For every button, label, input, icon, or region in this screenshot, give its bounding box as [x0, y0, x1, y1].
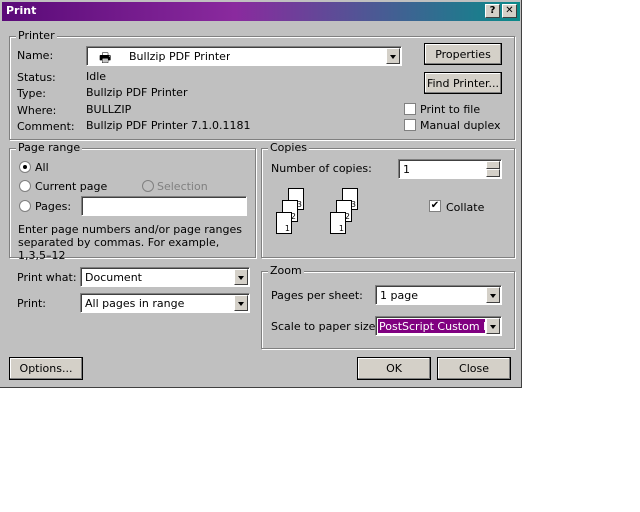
properties-label: Properties	[435, 48, 491, 61]
status-value: Idle	[86, 70, 107, 83]
radio-all[interactable]	[19, 161, 31, 173]
pages-input[interactable]	[81, 196, 247, 216]
printer-icon: 🖶	[99, 51, 112, 66]
where-value: BULLZIP	[86, 103, 132, 116]
copies-legend: Copies	[268, 141, 309, 154]
spin-down-icon[interactable]	[486, 169, 500, 177]
where-label: Where:	[17, 104, 57, 117]
scale-to-paper-label: Scale to paper size:	[271, 320, 380, 333]
type-value: Bullzip PDF Printer	[86, 86, 188, 99]
chevron-down-icon[interactable]	[486, 287, 500, 303]
print-label: Print:	[17, 297, 47, 310]
print-what-select[interactable]: Document	[80, 267, 250, 287]
options-label: Options...	[19, 362, 73, 375]
print-value: All pages in range	[85, 297, 185, 310]
ok-button[interactable]: OK	[357, 357, 431, 380]
current-page-label: Current page	[35, 180, 108, 193]
close-icon[interactable]: ✕	[502, 4, 517, 18]
manual-duplex-checkbox[interactable]	[404, 119, 416, 131]
page-range-hint: Enter page numbers and/or page ranges se…	[18, 223, 242, 262]
print-to-file-checkbox[interactable]	[404, 103, 416, 115]
radio-pages[interactable]	[19, 200, 31, 212]
copies-value: 1	[403, 163, 410, 176]
spin-up-icon[interactable]	[486, 161, 500, 169]
zoom-group: Zoom	[261, 264, 515, 349]
chevron-down-icon[interactable]	[486, 318, 500, 334]
printer-name-combo[interactable]: 🖶 Bullzip PDF Printer	[86, 46, 402, 66]
collate-pages-icon: 3 2 1	[274, 188, 314, 244]
chevron-down-icon[interactable]	[234, 269, 248, 285]
scale-selection-highlight: PostScript Custom Page	[378, 319, 485, 333]
chevron-down-icon[interactable]	[234, 295, 248, 311]
chevron-down-icon[interactable]	[386, 48, 400, 64]
page-range-legend: Page range	[16, 141, 83, 154]
title-bar[interactable]: Print ? ✕	[2, 2, 520, 21]
print-dialog: Print ? ✕ Printer Name: 🖶 Bullzip PDF Pr…	[0, 0, 522, 388]
print-to-file-label: Print to file	[420, 103, 481, 116]
pages-label: Pages:	[35, 200, 72, 213]
comment-label: Comment:	[17, 120, 75, 133]
find-printer-label: Find Printer...	[426, 77, 500, 90]
ok-label: OK	[386, 362, 402, 375]
pages-per-sheet-label: Pages per sheet:	[271, 289, 363, 302]
printer-legend: Printer	[16, 29, 57, 42]
selection-label: Selection	[157, 180, 208, 193]
scale-to-paper-select[interactable]: PostScript Custom Page	[375, 316, 502, 336]
properties-button[interactable]: Properties	[424, 43, 502, 65]
dialog-title: Print	[6, 4, 37, 17]
status-label: Status:	[17, 71, 56, 84]
radio-selection	[142, 180, 154, 192]
all-label: All	[35, 161, 49, 174]
copies-spinner[interactable]: 1	[398, 159, 502, 179]
printer-name-value: Bullzip PDF Printer	[129, 50, 231, 63]
find-printer-button[interactable]: Find Printer...	[424, 72, 502, 94]
close-label: Close	[459, 362, 489, 375]
pages-per-sheet-select[interactable]: 1 page	[375, 285, 502, 305]
number-of-copies-label: Number of copies:	[271, 162, 372, 175]
collate-checkbox[interactable]: ✔	[429, 200, 441, 212]
collate-pages-icon-2: 3 2 1	[328, 188, 368, 244]
options-button[interactable]: Options...	[9, 357, 83, 380]
radio-current-page[interactable]	[19, 180, 31, 192]
print-what-value: Document	[85, 271, 142, 284]
print-select[interactable]: All pages in range	[80, 293, 250, 313]
print-what-label: Print what:	[17, 271, 77, 284]
manual-duplex-label: Manual duplex	[420, 119, 501, 132]
name-label: Name:	[17, 49, 54, 62]
help-icon[interactable]: ?	[485, 4, 500, 18]
zoom-legend: Zoom	[268, 264, 304, 277]
close-button[interactable]: Close	[437, 357, 511, 380]
collate-label: Collate	[446, 201, 485, 214]
comment-value: Bullzip PDF Printer 7.1.0.1181	[86, 119, 251, 132]
type-label: Type:	[17, 87, 46, 100]
pages-per-sheet-value: 1 page	[380, 289, 418, 302]
scale-to-paper-value: PostScript Custom Page	[379, 320, 485, 333]
